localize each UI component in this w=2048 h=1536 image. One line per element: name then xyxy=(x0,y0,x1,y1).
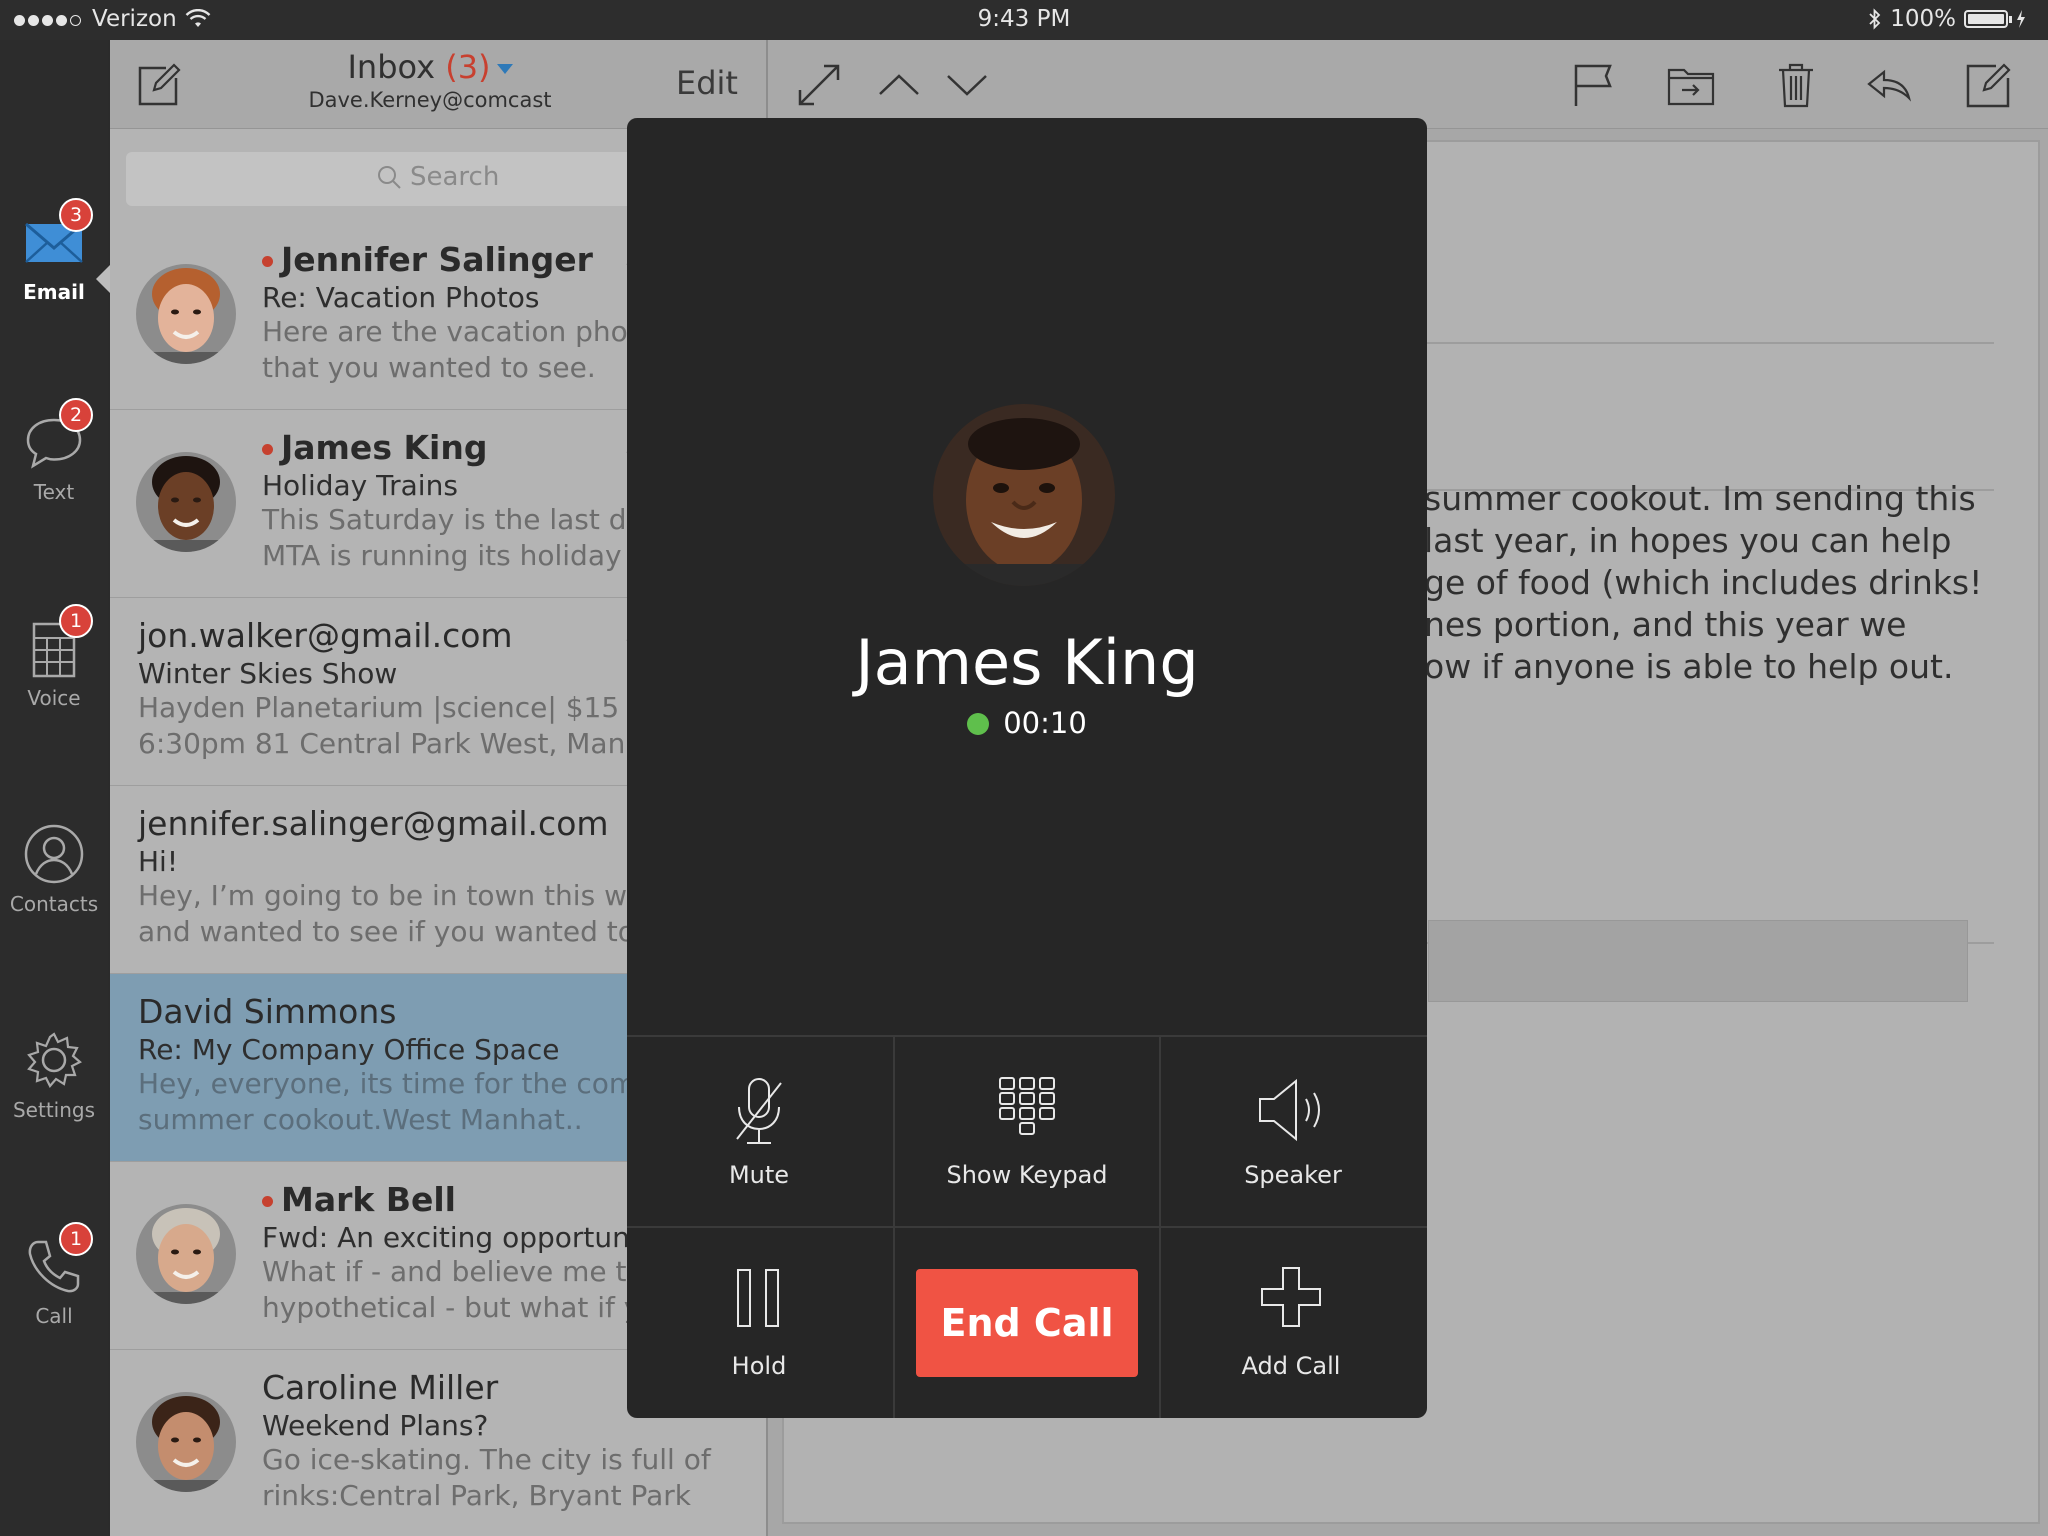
message-preview: Go ice-skating. The city is full of xyxy=(262,1443,711,1476)
battery-icon xyxy=(1964,10,2012,28)
message-sender: James King xyxy=(281,428,488,467)
add-call-label: Add Call xyxy=(1241,1352,1341,1380)
nav-item-contacts[interactable]: Contacts xyxy=(0,822,108,916)
speaker-button[interactable]: Speaker xyxy=(1161,1037,1425,1227)
inbox-title[interactable]: Inbox (3) Dave.Kerney@comcast xyxy=(280,48,580,112)
message-body-line: summer cookout. Im sending this xyxy=(1424,479,1976,518)
inbox-header: Inbox (3) Dave.Kerney@comcast Edit xyxy=(110,40,766,129)
mute-button[interactable]: Mute xyxy=(627,1037,891,1227)
avatar xyxy=(136,452,236,552)
avatar xyxy=(136,1392,236,1492)
end-call-button[interactable]: End Call xyxy=(916,1269,1138,1377)
unread-count: (3) xyxy=(445,48,491,86)
avatar xyxy=(136,264,236,364)
caller-name: James King xyxy=(855,626,1199,699)
keypad-icon xyxy=(999,1077,1055,1135)
expand-icon[interactable] xyxy=(794,60,844,110)
reply-box[interactable] xyxy=(1428,920,1968,1002)
unread-dot xyxy=(262,256,273,267)
add-call-button[interactable]: Add Call xyxy=(1161,1228,1421,1418)
gear-icon xyxy=(27,1032,82,1088)
message-preview: rinks:Central Park, Bryant Park xyxy=(262,1479,692,1512)
edit-button[interactable]: Edit xyxy=(676,64,738,102)
unread-dot xyxy=(262,1196,273,1207)
message-body-line: nes portion, and this year we xyxy=(1424,605,1907,644)
nav-item-text[interactable]: 2 Text xyxy=(0,398,108,504)
flag-icon[interactable] xyxy=(1568,60,1618,110)
hold-label: Hold xyxy=(731,1352,787,1380)
divider xyxy=(1424,342,1994,344)
nav-item-voice[interactable]: 1 Voice xyxy=(0,604,108,710)
search-icon xyxy=(378,166,401,189)
active-nav-indicator xyxy=(96,265,110,293)
nav-label-text: Text xyxy=(33,480,75,504)
message-body-line: ow if anyone is able to help out. xyxy=(1424,647,1954,686)
compose-icon[interactable] xyxy=(136,62,182,108)
caller-avatar xyxy=(933,404,1115,586)
message-body: summer cookout. Im sending this last yea… xyxy=(1424,478,1984,688)
search-placeholder: Search xyxy=(410,162,500,192)
clock: 9:43 PM xyxy=(977,6,1071,32)
message-sender: jon.walker@gmail.com xyxy=(138,616,513,655)
reply-icon[interactable] xyxy=(1864,60,1914,110)
message-sender: David Simmons xyxy=(138,992,397,1031)
call-active-indicator xyxy=(967,713,990,735)
unread-dot xyxy=(262,444,273,455)
nav-item-email[interactable]: 3 Email xyxy=(0,198,108,304)
account-email: Dave.Kerney@comcast xyxy=(308,88,552,112)
email-badge: 3 xyxy=(59,198,93,232)
nav-item-call[interactable]: 1 Call xyxy=(0,1222,108,1328)
message-sender: Jennifer Salinger xyxy=(281,240,593,279)
nav-item-settings[interactable]: Settings xyxy=(0,1028,108,1122)
keypad-label: Show Keypad xyxy=(946,1161,1108,1189)
person-icon xyxy=(24,824,84,884)
show-keypad-button[interactable]: Show Keypad xyxy=(895,1037,1159,1227)
nav-label-voice: Voice xyxy=(27,686,81,710)
call-duration: 00:10 xyxy=(1003,706,1087,740)
nav-label-email: Email xyxy=(23,280,85,304)
text-badge: 2 xyxy=(59,398,93,432)
chevron-up-icon[interactable] xyxy=(874,60,924,110)
avatar xyxy=(136,1204,236,1304)
call-badge: 1 xyxy=(59,1222,93,1256)
reader-toolbar xyxy=(768,40,2048,129)
voice-badge: 1 xyxy=(59,604,93,638)
mute-label: Mute xyxy=(728,1161,790,1189)
message-sender: Mark Bell xyxy=(281,1180,456,1219)
chevron-down-icon xyxy=(496,64,513,74)
bluetooth-icon xyxy=(1869,8,1881,30)
nav-rail: 3 Email 2 Text 1 Voice Contacts Settings… xyxy=(0,40,110,1536)
pause-icon xyxy=(737,1269,779,1327)
battery-percent: 100% xyxy=(1890,6,1956,32)
chevron-down-icon[interactable] xyxy=(942,60,992,110)
speaker-icon xyxy=(1259,1078,1320,1142)
message-body-line: last year, in hopes you can help xyxy=(1424,521,1952,560)
speaker-label: Speaker xyxy=(1244,1161,1342,1189)
message-sender: jennifer.salinger@gmail.com xyxy=(138,804,609,843)
nav-label-settings: Settings xyxy=(12,1098,96,1122)
message-sender: Caroline Miller xyxy=(262,1368,499,1407)
trash-icon[interactable] xyxy=(1771,60,1821,110)
call-timer: 00:10 xyxy=(627,706,1427,740)
message-body-line: ge of food (which includes drinks! xyxy=(1424,563,1983,602)
compose-icon[interactable] xyxy=(1964,60,2014,110)
microphone-muted-icon xyxy=(736,1078,782,1144)
nav-label-call: Call xyxy=(35,1304,73,1328)
call-overlay: James King 00:10 Mute Show Keypad Speake… xyxy=(627,118,1427,1418)
plus-icon xyxy=(1261,1267,1321,1327)
hold-button[interactable]: Hold xyxy=(627,1228,891,1418)
inbox-title-label: Inbox xyxy=(347,48,436,86)
nav-label-contacts: Contacts xyxy=(9,892,99,916)
status-bar: Verizon 9:43 PM 100% xyxy=(0,0,2048,40)
move-to-folder-icon[interactable] xyxy=(1666,60,1716,110)
charging-icon xyxy=(2017,10,2025,28)
